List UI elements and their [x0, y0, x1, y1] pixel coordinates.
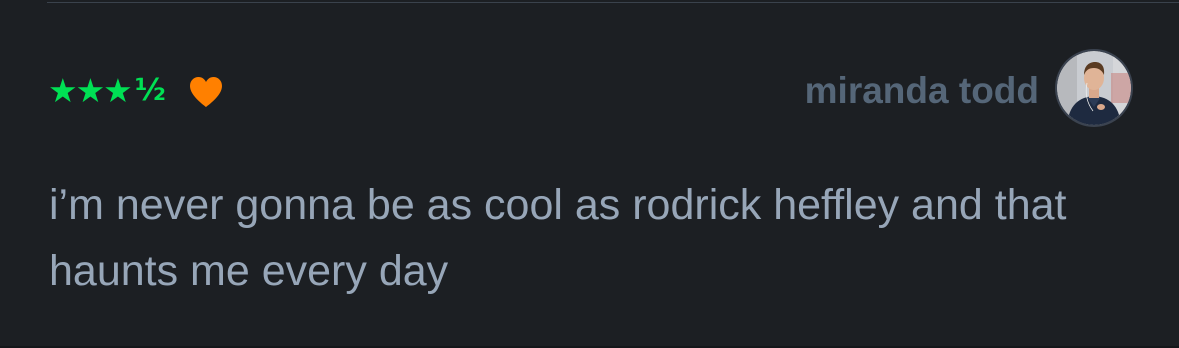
rating: ★★★ ½ — [48, 66, 224, 114]
author-name[interactable]: miranda todd — [805, 68, 1039, 114]
heart-icon — [188, 76, 224, 108]
review-card: ★★★ ½ miranda todd i’m never gonna be as… — [0, 0, 1179, 348]
avatar[interactable] — [1057, 51, 1131, 125]
rating-half-star: ½ — [134, 73, 166, 108]
top-divider — [47, 2, 1179, 3]
review-text: i’m never gonna be as cool as rodrick he… — [49, 181, 1067, 295]
rating-stars: ★★★ — [48, 70, 133, 110]
